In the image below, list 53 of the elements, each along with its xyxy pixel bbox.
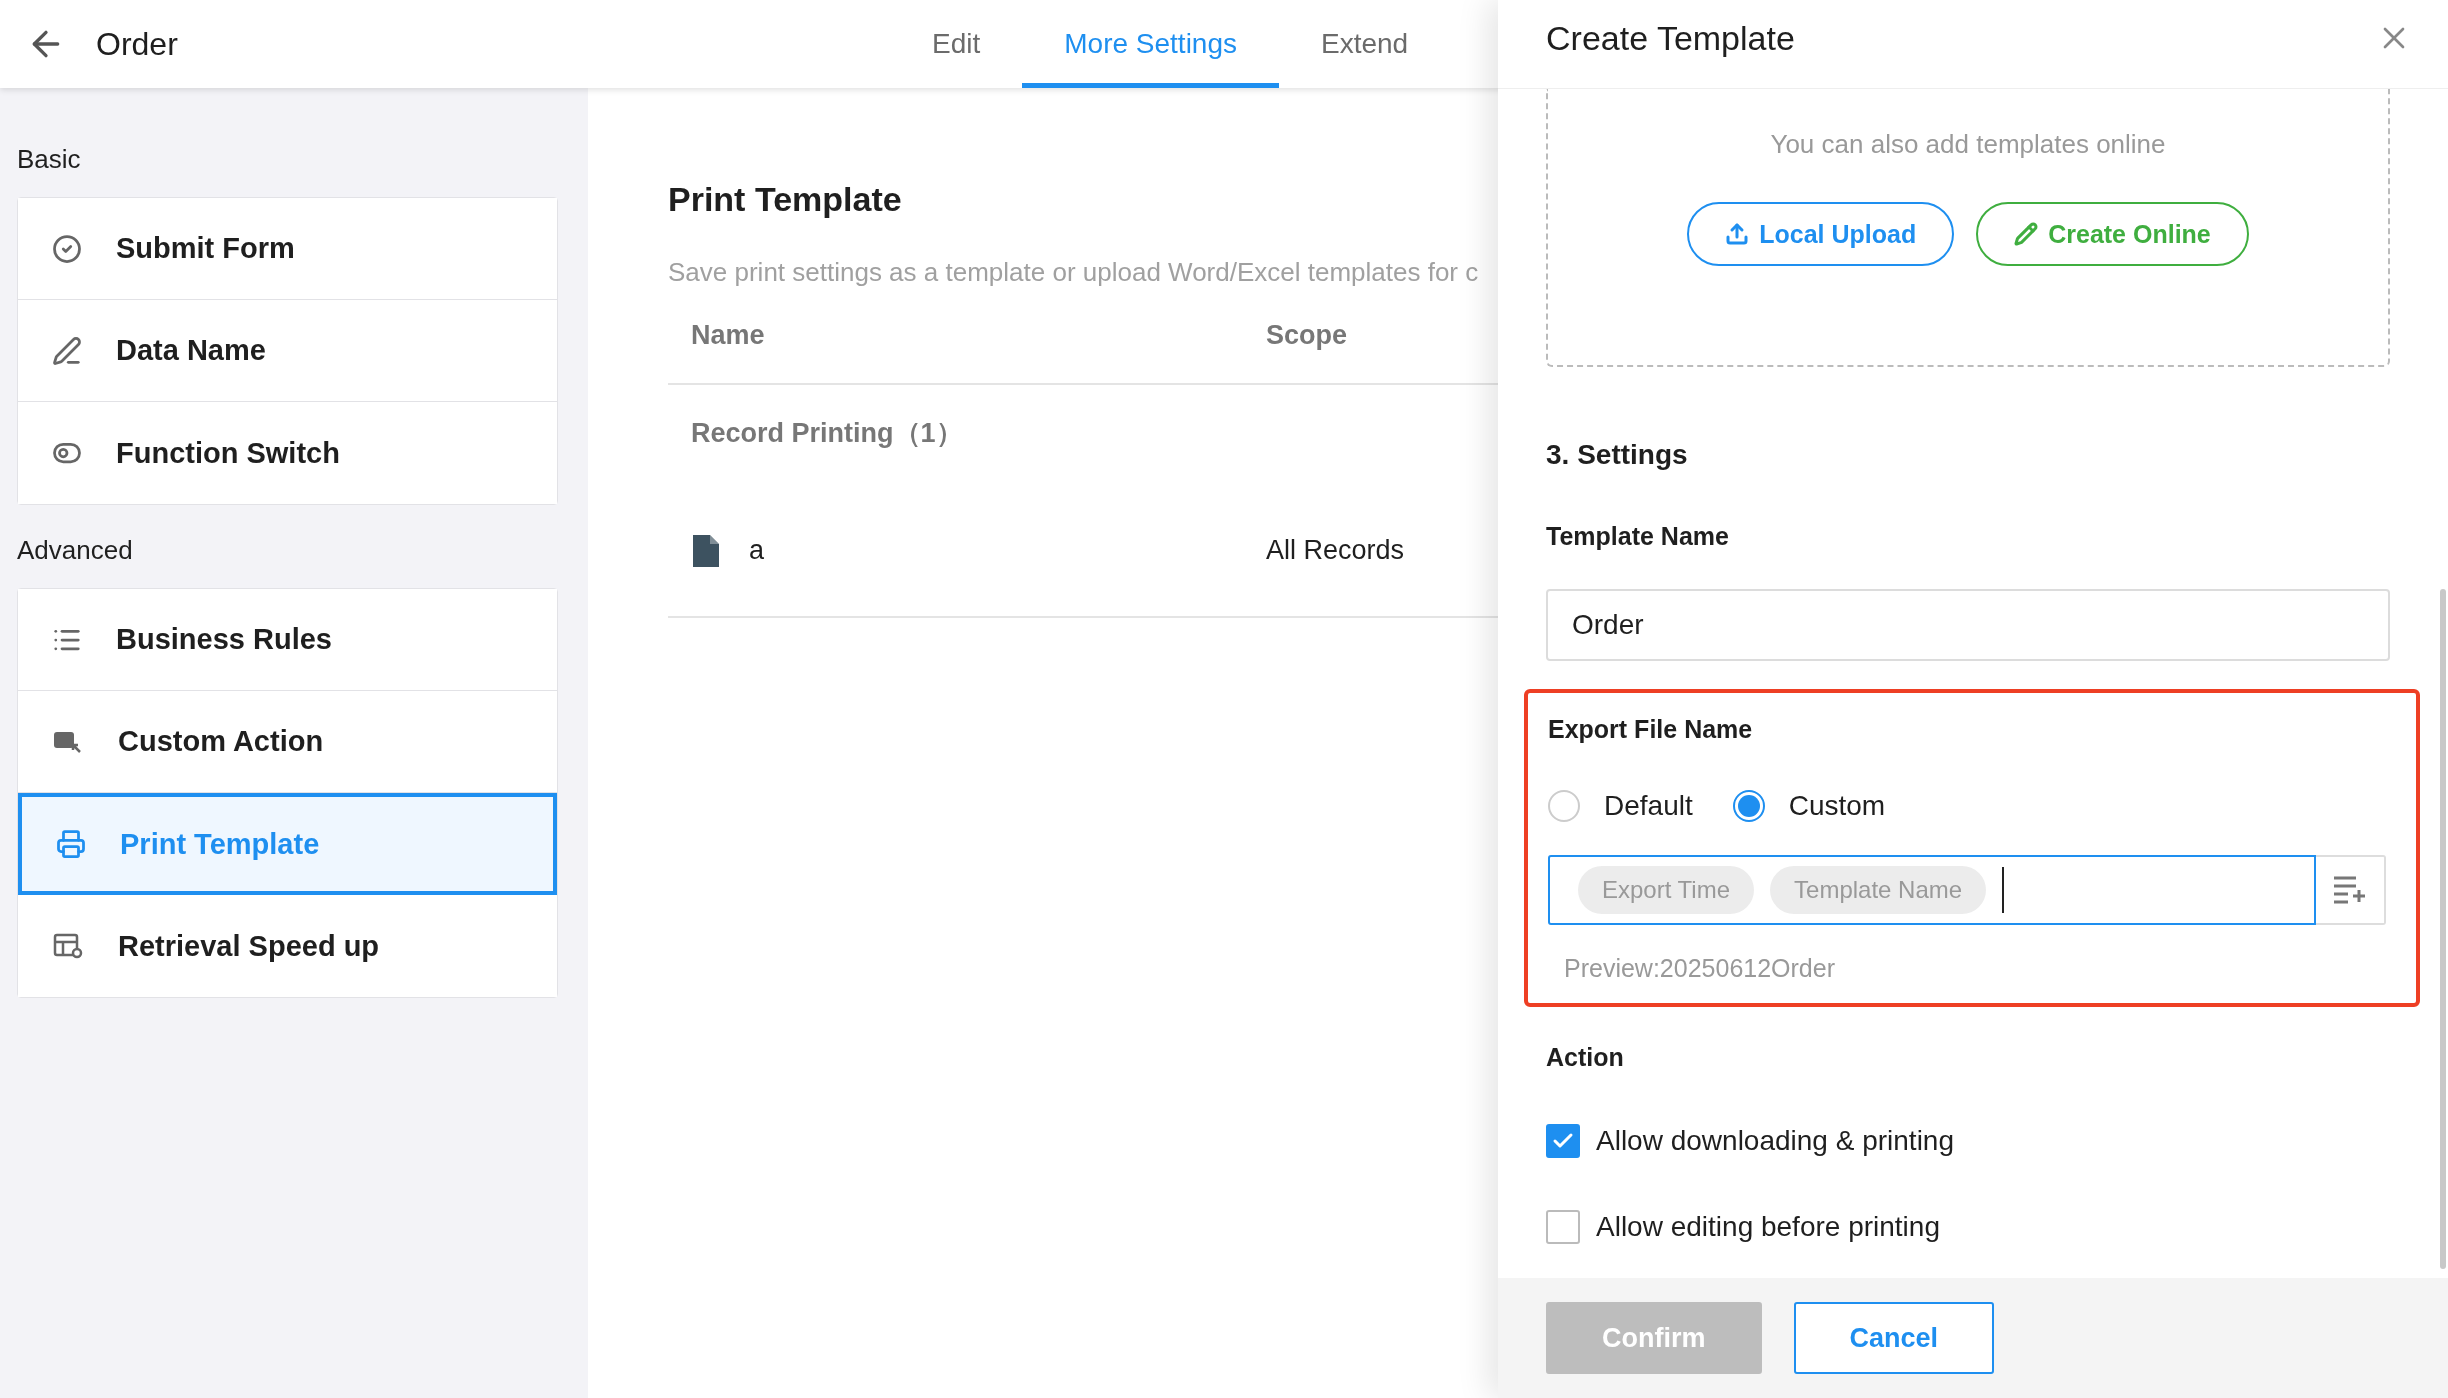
field-label: Action — [1546, 1043, 1625, 1072]
group-title: Advanced — [17, 534, 134, 567]
radio-button[interactable] — [1732, 790, 1765, 822]
tab[interactable]: Edit — [890, 0, 1023, 88]
radio-label: Custom — [1788, 790, 1886, 822]
pencil-icon — [2014, 222, 2039, 246]
field-label: Template Name — [1546, 522, 1730, 551]
column-header: Scope — [1266, 320, 1349, 351]
create-button[interactable]: Create Online — [1976, 202, 2249, 266]
check-circle-icon — [52, 233, 82, 264]
radio-label: Default — [1604, 790, 1693, 822]
menu-item-label: Custom Action — [118, 725, 324, 758]
menu-item[interactable]: Business Rules — [18, 589, 557, 691]
menu-item[interactable]: Submit Form — [18, 198, 557, 300]
menu-item[interactable]: Print Template — [18, 793, 557, 895]
checkbox[interactable] — [1546, 1124, 1580, 1158]
checkbox-label: Allow downloading & printing — [1596, 1125, 1954, 1157]
page-title: Order — [96, 25, 179, 63]
upload-hint: You can also add templates online — [1770, 129, 2166, 160]
menu-item-label: Retrieval Speed up — [118, 929, 380, 963]
menu-item-label: Business Rules — [116, 623, 332, 656]
pen-icon — [52, 335, 82, 366]
settings-heading: 3. Settings — [1546, 439, 1689, 471]
insert-field-button[interactable] — [2316, 855, 2386, 925]
checkbox[interactable] — [1546, 1210, 1580, 1244]
scrollbar[interactable] — [2440, 589, 2446, 1269]
input-field[interactable]: Order — [1546, 589, 2390, 661]
group-title: Basic — [17, 143, 82, 176]
variable-tag: Export Time — [1578, 866, 1755, 914]
section-title: Print Template — [668, 180, 903, 219]
list-add-icon — [2332, 875, 2368, 905]
printer-icon — [56, 829, 86, 859]
table-cell-text: All Records — [1266, 535, 1406, 566]
field-label: Export File Name — [1548, 715, 1754, 744]
text-cursor — [2002, 867, 2005, 913]
drawer-title: Create Template — [1546, 18, 1795, 58]
group-label: Record Printing（1） — [691, 418, 963, 448]
upload-icon — [1725, 222, 1750, 246]
column-header: Name — [691, 320, 766, 351]
menu-item-label: Submit Form — [116, 232, 295, 265]
description: Save print settings as a template or upload Word/Excel templates for c — [668, 257, 1480, 288]
table-cell: a — [749, 535, 765, 566]
cancel-button[interactable]: Cancel — [1793, 1302, 1995, 1374]
preview-text: Preview:20250612Order — [1564, 954, 1836, 983]
variable-tag: Template Name — [1770, 866, 1987, 914]
menu-item-label: Function Switch — [116, 436, 340, 470]
tab[interactable]: Extend — [1279, 0, 1451, 88]
menu-item-label: Data Name — [116, 334, 266, 367]
file-icon — [691, 532, 721, 569]
radio-button[interactable] — [1548, 790, 1580, 822]
upload-button[interactable]: Local Upload — [1687, 202, 1955, 266]
checkbox-label: Allow editing before printing — [1596, 1211, 1940, 1243]
menu-item-label: Print Template — [120, 827, 320, 861]
